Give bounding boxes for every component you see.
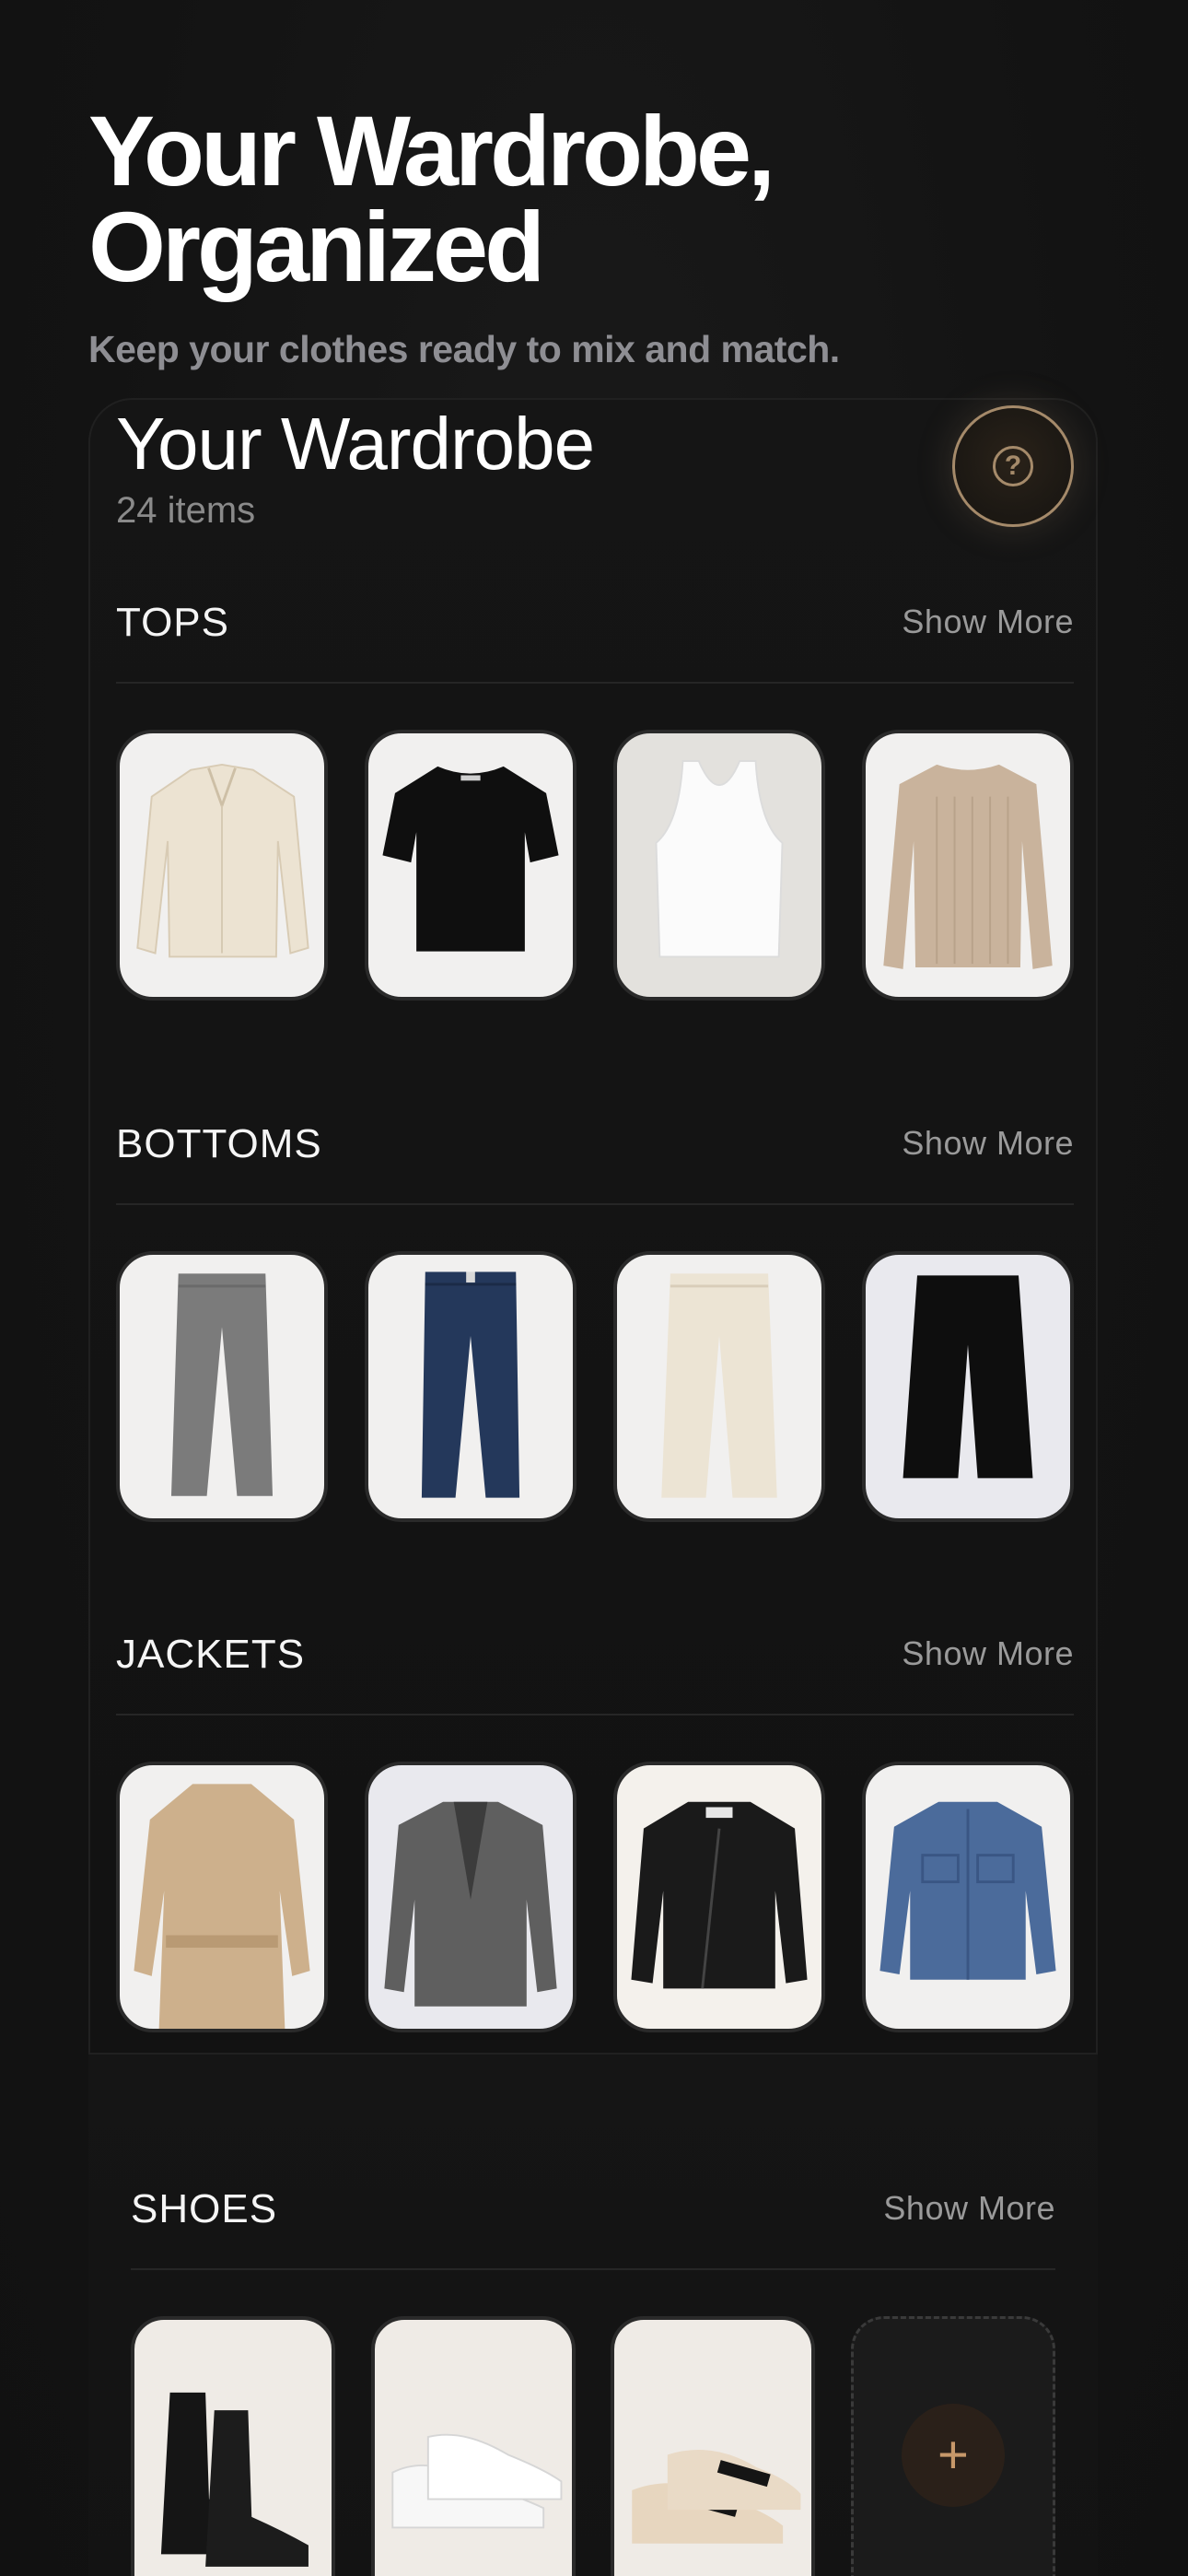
loafers-illustration	[632, 2449, 801, 2544]
hero-subtitle: Keep your clothes ready to mix and match…	[88, 328, 840, 370]
section-header: TOPS Show More	[116, 571, 1074, 684]
item-chelsea-boots[interactable]	[131, 2316, 335, 2576]
add-item-button[interactable]: +	[850, 2316, 1055, 2576]
show-more-link[interactable]: Show More	[902, 601, 1074, 643]
tops-items	[116, 730, 1074, 1001]
jackets-items	[116, 1762, 1074, 2038]
blazer-illustration	[384, 1801, 557, 2007]
culottes-illustration	[903, 1275, 1033, 1479]
item-white-tank[interactable]	[613, 730, 825, 1001]
sneakers-illustration	[390, 2433, 563, 2529]
wardrobe-screen: Your Wardrobe, Organized Keep your cloth…	[0, 0, 1188, 2576]
sweater-illustration	[883, 764, 1053, 969]
section-header: JACKETS Show More	[116, 1603, 1074, 1715]
item-white-sneakers[interactable]	[370, 2316, 576, 2576]
denim-jacket-illustration	[879, 1801, 1056, 1980]
wardrobe-card: Your Wardrobe 24 items ? TOPS Show More	[88, 398, 1098, 2055]
blouse-illustration	[136, 763, 309, 958]
tank-illustration	[655, 760, 784, 958]
item-count: 24 items	[116, 490, 256, 531]
item-black-tee[interactable]	[365, 730, 577, 1001]
trousers-illustration	[661, 1273, 777, 1498]
item-cream-trousers[interactable]	[613, 1251, 825, 1522]
item-leather-jacket[interactable]	[613, 1762, 825, 2032]
show-more-link[interactable]: Show More	[883, 2187, 1055, 2230]
item-denim-jacket[interactable]	[862, 1762, 1074, 2032]
boots-illustration	[160, 2392, 309, 2567]
help-button[interactable]: ?	[952, 405, 1074, 527]
item-penny-loafers[interactable]	[611, 2316, 816, 2576]
item-grey-blazer[interactable]	[365, 1762, 577, 2032]
section-jackets: JACKETS Show More	[116, 1603, 1074, 2038]
shoes-panel: SHOES Show More +	[88, 2053, 1098, 2576]
item-grey-trousers[interactable]	[116, 1251, 328, 1522]
section-header: SHOES Show More	[131, 2158, 1055, 2270]
section-label: JACKETS	[116, 1632, 306, 1677]
tee-illustration	[382, 766, 559, 952]
item-black-culottes[interactable]	[862, 1251, 1074, 1522]
wardrobe-title: Your Wardrobe	[116, 403, 595, 485]
show-more-link[interactable]: Show More	[902, 1633, 1074, 1675]
section-bottoms: BOTTOMS Show More	[116, 1093, 1074, 1522]
section-label: BOTTOMS	[116, 1121, 322, 1166]
section-tops: TOPS Show More	[116, 571, 1074, 1001]
shoes-items: +	[131, 2316, 1055, 2576]
item-blue-jeans[interactable]	[365, 1251, 577, 1522]
section-shoes: SHOES Show More +	[131, 2158, 1055, 2576]
bottoms-items	[116, 1251, 1074, 1522]
trench-illustration	[134, 1784, 310, 2029]
item-cream-blouse[interactable]	[116, 730, 328, 1001]
section-label: TOPS	[116, 600, 230, 645]
item-trench-coat[interactable]	[116, 1762, 328, 2032]
leather-jacket-illustration	[631, 1801, 808, 1989]
trousers-illustration	[170, 1273, 274, 1496]
jeans-illustration	[421, 1271, 520, 1498]
question-circle-icon: ?	[993, 446, 1033, 486]
hero-title: Your Wardrobe, Organized	[88, 95, 775, 302]
section-header: BOTTOMS Show More	[116, 1093, 1074, 1205]
section-label: SHOES	[131, 2186, 278, 2231]
item-beige-sweater[interactable]	[862, 730, 1074, 1001]
show-more-link[interactable]: Show More	[902, 1122, 1074, 1165]
plus-icon: +	[901, 2404, 1005, 2507]
